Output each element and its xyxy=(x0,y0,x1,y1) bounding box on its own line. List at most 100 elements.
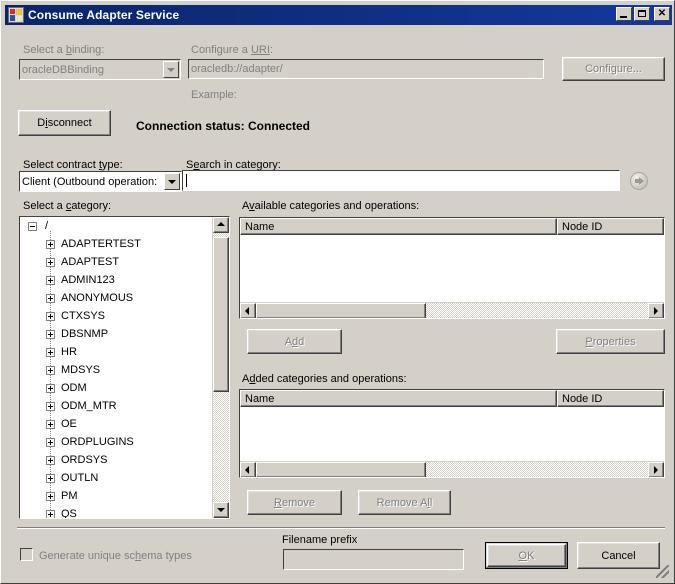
scroll-thumb[interactable] xyxy=(256,303,426,318)
tree-node[interactable]: CTXSYS xyxy=(46,307,212,325)
expand-icon[interactable] xyxy=(46,257,55,267)
expand-icon[interactable] xyxy=(46,275,55,285)
chevron-down-icon[interactable] xyxy=(163,61,179,78)
column-header-node-id[interactable]: Node ID xyxy=(557,390,664,407)
expand-icon[interactable] xyxy=(46,347,55,357)
expand-icon[interactable] xyxy=(46,401,55,411)
tree-node-label: CTXSYS xyxy=(61,310,106,322)
tree-node-label: PM xyxy=(61,490,78,502)
contract-type-combo[interactable]: Client (Outbound operation: xyxy=(19,171,182,192)
ok-button-label: OK xyxy=(518,549,535,562)
scroll-thumb[interactable] xyxy=(213,237,229,392)
available-listview[interactable]: Name Node ID xyxy=(239,217,665,319)
collapse-icon[interactable] xyxy=(28,221,37,231)
tree-node-label: OE xyxy=(61,418,77,430)
scroll-right-button[interactable] xyxy=(648,303,664,318)
chevron-down-icon[interactable] xyxy=(164,173,180,190)
expand-icon[interactable] xyxy=(46,365,55,375)
expand-icon[interactable] xyxy=(46,293,55,303)
tree-node-root[interactable]: / xyxy=(20,217,212,235)
configure-button[interactable]: Configure... xyxy=(562,57,665,81)
scroll-down-button[interactable] xyxy=(213,502,229,518)
tree-node[interactable]: PM xyxy=(46,487,212,505)
category-tree-items: / ADAPTERTEST ADAPTEST ADMIN123 ANONYMOUS CT… xyxy=(20,217,212,518)
tree-vertical-scrollbar[interactable] xyxy=(212,217,229,518)
expand-icon[interactable] xyxy=(46,437,55,447)
column-header-name[interactable]: Name xyxy=(240,218,557,235)
tree-node[interactable]: ODM_MTR xyxy=(46,397,212,415)
category-tree[interactable]: / ADAPTERTEST ADAPTEST ADMIN123 ANONYMOUS CT… xyxy=(19,216,230,519)
tree-node-label: ADAPTEST xyxy=(61,256,120,268)
tree-node[interactable]: QS xyxy=(46,505,212,518)
cancel-button[interactable]: Cancel xyxy=(577,542,660,569)
tree-node-label: MDSYS xyxy=(61,364,101,376)
expand-icon[interactable] xyxy=(46,473,55,483)
tree-node[interactable]: ADMIN123 xyxy=(46,271,212,289)
tree-node-label: ADMIN123 xyxy=(61,274,115,286)
uri-input[interactable]: oracledb://adapter/ xyxy=(188,59,544,79)
properties-button[interactable]: Properties xyxy=(556,329,665,354)
expand-icon[interactable] xyxy=(46,455,55,465)
scroll-left-button[interactable] xyxy=(240,303,256,318)
tree-node[interactable]: MDSYS xyxy=(46,361,212,379)
tree-node[interactable]: ORDSYS xyxy=(46,451,212,469)
tree-node-label: DBSNMP xyxy=(61,328,109,340)
uri-input-value: oracledb://adapter/ xyxy=(191,63,283,75)
scroll-right-button[interactable] xyxy=(648,462,664,477)
maximize-button[interactable] xyxy=(634,7,650,21)
add-button[interactable]: Add xyxy=(247,329,342,354)
tree-node[interactable]: OE xyxy=(46,415,212,433)
tree-node[interactable]: ADAPTERTEST xyxy=(46,235,212,253)
available-label: Available categories and operations: xyxy=(242,200,420,212)
column-header-node-id[interactable]: Node ID xyxy=(557,218,664,235)
connection-status: Connection status: Connected xyxy=(136,119,311,133)
cancel-button-label: Cancel xyxy=(601,549,636,562)
disconnect-button-label: Disconnect xyxy=(37,117,92,129)
scroll-left-button[interactable] xyxy=(240,462,256,477)
added-listview[interactable]: Name Node ID xyxy=(239,389,665,478)
expand-icon[interactable] xyxy=(46,419,55,429)
filename-prefix-input[interactable] xyxy=(283,549,464,570)
tree-node-label: / xyxy=(45,220,49,232)
tree-node[interactable]: ODM xyxy=(46,379,212,397)
select-category-label: Select a category: xyxy=(23,200,112,212)
expand-icon[interactable] xyxy=(46,491,55,501)
tree-node[interactable]: DBSNMP xyxy=(46,325,212,343)
resize-grip-icon[interactable] xyxy=(656,565,669,578)
added-label: Added categories and operations: xyxy=(242,373,407,385)
column-header-name[interactable]: Name xyxy=(240,390,557,407)
expand-icon[interactable] xyxy=(46,311,55,321)
ok-button[interactable]: OK xyxy=(485,542,568,569)
expand-icon[interactable] xyxy=(46,383,55,393)
add-button-label: Add xyxy=(284,335,305,348)
binding-combo[interactable]: oracleDBBinding xyxy=(19,59,181,80)
expand-icon[interactable] xyxy=(46,509,55,518)
tree-node-label: ODM xyxy=(61,382,87,394)
tree-node-label: ORDPLUGINS xyxy=(61,436,134,448)
generate-unique-schema-types-checkbox[interactable] xyxy=(20,548,33,561)
added-horizontal-scrollbar[interactable] xyxy=(240,461,664,477)
scroll-thumb[interactable] xyxy=(256,462,426,477)
minimize-button[interactable] xyxy=(616,7,632,21)
close-icon: ✕ xyxy=(657,8,667,19)
disconnect-button[interactable]: Disconnect xyxy=(18,110,111,136)
tree-node[interactable]: HR xyxy=(46,343,212,361)
tree-node[interactable]: ANONYMOUS xyxy=(46,289,212,307)
scroll-up-button[interactable] xyxy=(213,217,229,233)
title-bar[interactable]: Consume Adapter Service ✕ xyxy=(5,5,672,25)
close-button[interactable]: ✕ xyxy=(654,7,670,21)
available-horizontal-scrollbar[interactable] xyxy=(240,302,664,318)
expand-icon[interactable] xyxy=(46,329,55,339)
tree-node[interactable]: ADAPTEST xyxy=(46,253,212,271)
tree-node-label: HR xyxy=(61,346,77,358)
search-go-icon[interactable] xyxy=(630,172,648,190)
expand-icon[interactable] xyxy=(46,239,55,249)
tree-node-label: ORDSYS xyxy=(61,454,108,466)
remove-all-button[interactable]: Remove All xyxy=(358,490,451,515)
tree-node[interactable]: OUTLN xyxy=(46,469,212,487)
search-input[interactable] xyxy=(182,170,620,191)
remove-button[interactable]: Remove xyxy=(247,490,342,515)
added-listview-header: Name Node ID xyxy=(240,390,664,407)
tree-node-label: QS xyxy=(61,508,77,518)
tree-node[interactable]: ORDPLUGINS xyxy=(46,433,212,451)
